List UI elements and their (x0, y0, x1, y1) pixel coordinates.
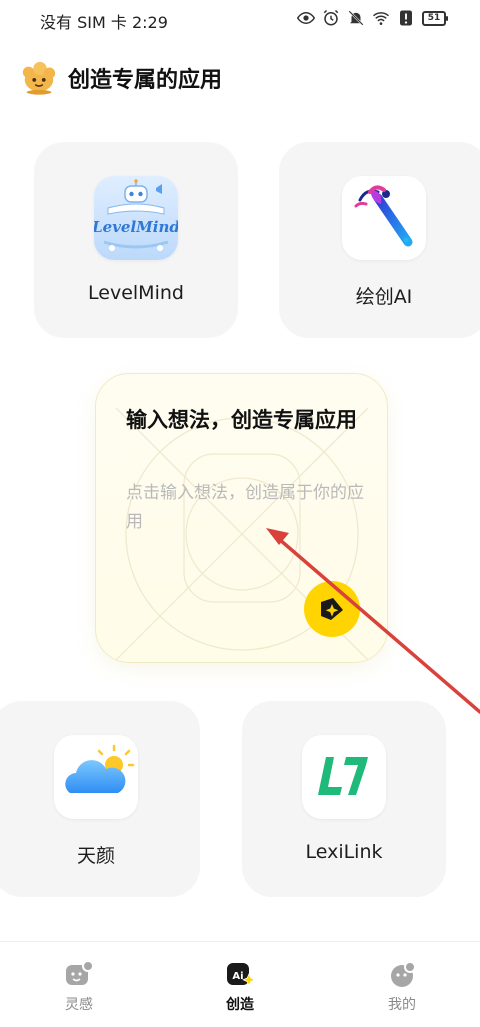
app-card-lexilink[interactable]: LexiLink (242, 701, 446, 897)
paintbrush-app-icon (342, 176, 426, 260)
lexilink-app-icon (302, 735, 386, 819)
mascot-logo-icon (22, 61, 56, 95)
profile-icon (391, 961, 416, 987)
app-name: LexiLink (305, 841, 383, 863)
status-carrier-time: 没有 SIM 卡 2:29 (40, 13, 168, 32)
eye-icon (297, 11, 315, 25)
page-header: 创造专属的应用 (20, 56, 222, 100)
create-card-hint[interactable]: 点击输入想法，创造属于你的应用 (126, 479, 366, 537)
nav-item-inspiration[interactable]: 灵感 (39, 958, 119, 1014)
nav-label: 创造 (226, 997, 254, 1013)
inspiration-icon (66, 960, 94, 985)
create-card-title: 输入想法，创造专属应用 (126, 408, 357, 432)
weather-cloud-sun-app-icon (54, 735, 138, 819)
app-name: 天颜 (76, 845, 115, 867)
nav-item-create[interactable]: Ai 创造 (200, 958, 280, 1014)
app-card-tianyan[interactable]: 天颜 (0, 701, 200, 897)
status-icons: 51 (297, 9, 448, 27)
ai-create-icon: Ai (227, 963, 256, 987)
alarm-icon (323, 9, 339, 26)
svg-text:Ai: Ai (232, 971, 243, 982)
app-card-levelmind[interactable]: LevelMind LevelMind (34, 142, 238, 338)
bottom-nav: 灵感 Ai 创造 我的 (0, 941, 480, 1027)
app-card-huichuang-ai[interactable]: 绘创AI (279, 142, 480, 338)
status-bar: 没有 SIM 卡 2:29 51 (0, 0, 480, 38)
app-name: 绘创AI (355, 286, 413, 308)
battery-icon: 51 (422, 10, 448, 26)
nav-label: 灵感 (65, 997, 93, 1013)
create-sparkle-icon (321, 598, 343, 620)
create-idea-card[interactable]: 输入想法，创造专属应用 点击输入想法，创造属于你的应用 (95, 373, 388, 663)
create-button[interactable] (304, 581, 360, 637)
alert-icon (400, 10, 412, 26)
wifi-icon (373, 12, 389, 25)
levelmind-icon-wordmark: LevelMind (94, 218, 178, 236)
levelmind-app-icon: LevelMind (94, 176, 178, 260)
nav-label: 我的 (388, 997, 416, 1013)
page-title: 创造专属的应用 (68, 68, 223, 93)
nav-item-mine[interactable]: 我的 (362, 958, 442, 1014)
app-name: LevelMind (88, 282, 184, 304)
mute-bell-icon (348, 10, 364, 26)
